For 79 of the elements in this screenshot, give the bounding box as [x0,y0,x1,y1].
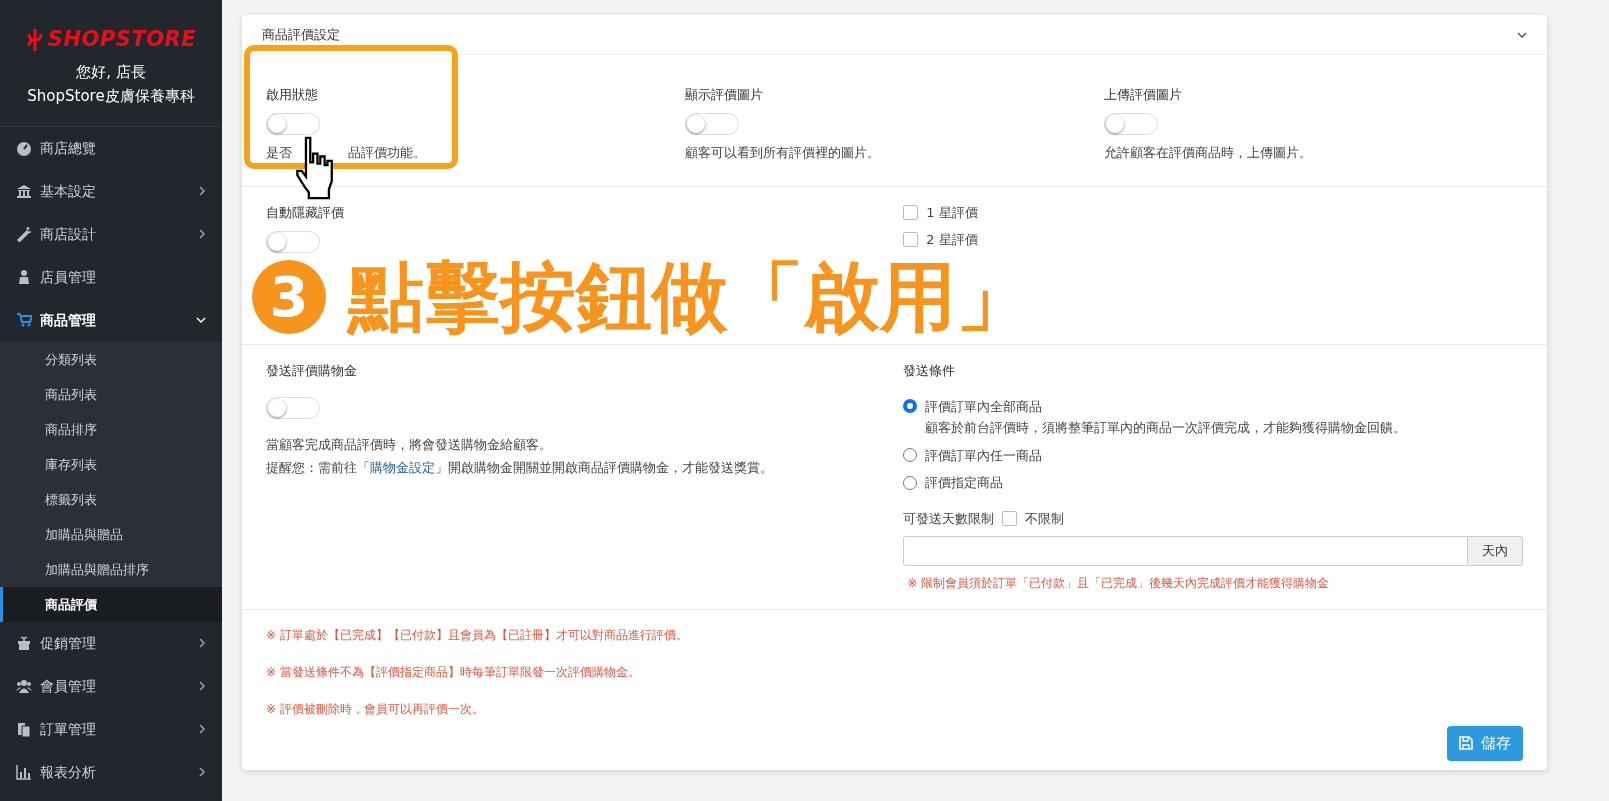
sidebar-item[interactable]: 會員管理 [0,664,222,708]
chevron-down-icon [196,316,206,324]
documents-icon [16,721,32,737]
submenu-item[interactable]: 加購品與贈品排序 [0,551,222,587]
days-input[interactable] [903,536,1468,566]
radio-button[interactable] [903,448,918,463]
gift-icon [16,635,32,651]
chevron-right-icon [198,681,206,691]
cart-icon [16,312,32,328]
toggle-switch[interactable] [266,112,320,135]
field-label: 啟用狀態 [266,86,319,104]
settings-link[interactable]: 購物金設定 [370,460,435,475]
gauge-icon [16,140,32,156]
sidebar-item[interactable]: 商店設計 [0,212,222,256]
field-description: 顧客可以看到所有評價裡的圖片。 [685,143,881,162]
checkbox-label: 1 星評價 [926,204,978,222]
bank-icon [16,183,32,199]
chevron-right-icon [198,229,206,239]
radio-button[interactable] [903,475,918,490]
toggle-switch[interactable] [685,112,739,135]
field-label: 自動隱藏評價 [266,204,345,222]
annotation-text: 點擊按鈕做「啟用」 [348,257,1032,337]
field-label: 可發送天數限制 [903,509,995,528]
store-name: ShopStore皮膚保養專科 [26,85,196,107]
warning-text: ※ 限制會員須於訂單「已付款」且「已完成」後幾天內完成評價才能獲得購物金 [907,575,1331,592]
sidebar-item[interactable]: 促銷管理 [0,621,222,665]
checkbox[interactable] [1002,510,1018,526]
field-label: 顯示評價圖片 [685,86,764,104]
radio-label: 評價訂單內全部商品 [925,397,1043,416]
chevron-right-icon [198,186,206,196]
checkbox-label: 不限制 [1025,509,1065,528]
bar-chart-icon [16,764,32,780]
checkbox[interactable] [903,205,919,221]
field-description: 是否 [266,143,292,162]
submenu-item[interactable]: 商品排序 [0,411,222,447]
chevron-right-icon [198,767,206,777]
field-description: 允許顧客在評價商品時，上傳圖片。 [1104,143,1313,162]
submenu-item[interactable]: 商品列表 [0,376,222,412]
logo-text: SHOPSTORE [47,26,197,53]
chevron-down-icon [1517,30,1527,39]
submenu-item[interactable]: 加購品與贈品 [0,516,222,552]
sidebar-item[interactable]: 報表分析 [0,750,222,794]
radio-label: 評價指定商品 [925,474,1004,492]
save-icon [1459,736,1473,751]
sidebar-item[interactable]: 訂單管理 [0,707,222,751]
field-label: 上傳評價圖片 [1104,86,1183,104]
checkbox-label: 2 星評價 [926,230,978,249]
submenu-item[interactable]: 分類列表 [0,341,222,377]
card-title: 商品評價設定 [262,25,340,44]
radio-label: 評價訂單內任一商品 [925,446,1043,465]
sidebar-item[interactable]: 店員管理 [0,255,222,299]
toggle-switch[interactable] [266,396,320,419]
sidebar-item[interactable]: 商店總覽 [0,126,222,170]
person-icon [16,269,32,285]
note-text: ※ 評價被刪除時，會員可以再評價一次。 [266,701,485,718]
unit-label: 天內 [1468,536,1523,566]
magic-wand-icon [16,226,32,242]
toggle-switch[interactable] [1104,112,1158,135]
checkbox[interactable] [903,231,919,247]
submenu-item[interactable]: 庫存列表 [0,446,222,482]
note-text: ※ 訂單處於【已完成】【已付款】且會員為【已註冊】才可以對商品進行評價。 [266,627,689,644]
field-description: 當顧客完成商品評價時，將會發送購物金給顧客。 [266,435,553,454]
reminder-text: 提醒您：需前往「購物金設定」開啟購物金開關並開啟商品評價購物金，才能發送獎賞。 [266,459,774,477]
users-icon [16,678,32,694]
field-description: 品評價功能。 [348,143,426,162]
submenu-item[interactable]: 標籤列表 [0,481,222,517]
chevron-right-icon [198,638,206,648]
logo-icon [25,27,44,52]
radio-button[interactable] [903,399,918,414]
note-text: ※ 當發送條件不為【評價指定商品】時每筆訂單限發一次評價購物金。 [266,664,641,681]
sidebar-item[interactable]: 商品管理 [0,298,222,342]
toggle-switch[interactable] [266,230,320,253]
field-label: 發送條件 [903,362,957,380]
greeting: 您好, 店長 [75,61,147,83]
chevron-right-icon [198,724,206,734]
field-label: 發送評價購物金 [266,362,358,380]
submenu-item[interactable]: 商品評價 [0,586,222,622]
option-note: 顧客於前台評價時，須將整筆訂單內的商品一次評價完成，才能夠獲得購物金回饋。 [924,419,1408,437]
sidebar-item[interactable]: 基本設定 [0,169,222,213]
